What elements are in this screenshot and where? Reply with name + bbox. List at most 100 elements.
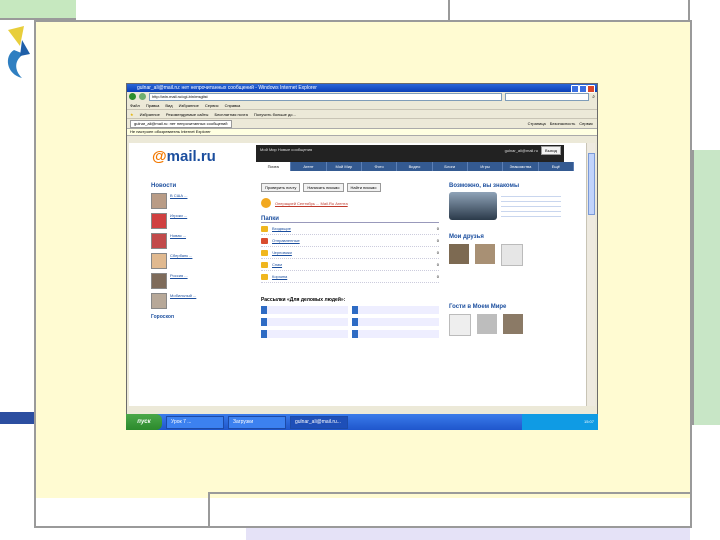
guest-avatar[interactable] [449,314,471,336]
promo-banner[interactable]: Операцией Сентябрь ... Mail.Ru Агента [261,198,439,208]
start-button[interactable]: пуск [126,414,162,430]
vertical-scrollbar[interactable] [586,143,595,406]
folder-trash[interactable]: Корзина 0 [261,271,439,283]
folder-icon [261,273,268,280]
mail-header: @mail.ru Мой Мир Новые сообщения gulnar_… [129,143,588,175]
get-more-link[interactable]: Получить больше до... [254,112,296,117]
folder-sent[interactable]: Отправленные 0 [261,235,439,247]
friend-avatar[interactable] [449,244,469,264]
folder-icon [261,225,268,232]
info-bar[interactable]: Не настроен обозреватель Internet Explor… [127,128,597,136]
taskbar-item[interactable]: Урок 7 ... [166,415,224,429]
folder-inbox[interactable]: Входящие 0 [261,223,439,235]
folder-icon [261,261,268,268]
nav-mail[interactable]: Почта [256,162,292,171]
car-image [449,192,497,220]
friend-avatar[interactable] [501,244,523,266]
taskbar-item[interactable]: Загрузки [228,415,286,429]
mailing-checkbox[interactable] [261,306,348,314]
tools-menu[interactable]: Сервис [579,121,593,126]
mail-logo[interactable]: @mail.ru [152,148,216,165]
address-input[interactable]: http://win.mail.ru/cgi-bin/msglist [149,92,503,101]
guest-avatar[interactable] [503,314,523,334]
folder-icon [261,237,268,244]
guest-avatar[interactable] [477,314,497,334]
menu-bar: Файл Правка Вид Избранное Сервис Справка [127,101,597,109]
bottom-strip-white [36,526,246,540]
menu-tools[interactable]: Сервис [205,103,219,108]
compose-button[interactable]: Написать письмо [303,183,344,192]
check-mail-button[interactable]: Проверить почту [261,183,301,192]
news-item[interactable]: Новая ... [151,233,243,249]
browser-title: gulnar_ali@mail.ru: нет непрочитанных со… [137,85,317,91]
mail-column: Проверить почту Написать письмо Найти пи… [261,183,439,338]
news-item[interactable]: В США ... [151,193,243,209]
nav-video[interactable]: Видео [397,162,433,171]
minimize-icon[interactable] [571,85,579,93]
mailing-checkbox[interactable] [352,318,439,326]
friend-avatar[interactable] [475,244,495,264]
scrollbar-thumb[interactable] [588,153,595,215]
search-icon[interactable]: ⌕ [592,94,595,100]
forward-icon[interactable] [139,93,146,100]
promo-text[interactable]: Мой Мир Новые сообщения [260,147,312,152]
news-thumb [151,193,167,209]
nav-games[interactable]: Игры [468,162,504,171]
tab-mail[interactable]: gulnar_ali@mail.ru: нет непрочитанных со… [130,119,232,128]
horoscope-link[interactable]: Гороскоп [151,314,243,320]
news-item[interactable]: Мобильный ... [151,293,243,309]
agent-icon [261,198,271,208]
nav-my-world[interactable]: Мой Мир [327,162,362,171]
news-item[interactable]: Россия ... [151,273,243,289]
news-thumb [151,233,167,249]
suggested-sites-link[interactable]: Рекомендуемые сайты [166,112,209,117]
maximize-icon[interactable] [579,85,587,93]
menu-edit[interactable]: Правка [146,103,160,108]
taskbar-item-active[interactable]: gulnar_ali@mail.ru... [290,415,348,429]
menu-help[interactable]: Справка [225,103,241,108]
guests-list [449,314,561,336]
close-icon[interactable] [587,85,595,93]
dating-links[interactable] [501,192,561,220]
news-header[interactable]: Новости [151,183,243,189]
browser-window: gulnar_ali@mail.ru: нет непрочитанных со… [126,83,598,430]
service-nav: Почта Агент Мой Мир Фото Видео Блоги Игр… [256,162,574,171]
nav-blogs[interactable]: Блоги [433,162,468,171]
page-menu[interactable]: Страница [528,121,546,126]
menu-view[interactable]: Вид [165,103,172,108]
folder-drafts[interactable]: Черновики 0 [261,247,439,259]
favorites-bar: ★ Избранное Рекомендуемые сайты Бесплатн… [127,109,597,118]
back-icon[interactable] [129,93,136,100]
nav-dating[interactable]: Знакомства [503,162,539,171]
favorites-link[interactable]: Избранное [140,112,160,117]
bottom-strip-lavender [246,526,690,540]
nav-agent[interactable]: Агент [291,162,327,171]
find-mail-button[interactable]: Найти письмо [346,183,381,192]
exit-button[interactable]: Выход [541,146,561,155]
mailing-checkbox[interactable] [261,330,348,338]
friends-list [449,244,561,266]
free-mail-link[interactable]: Бесплатная почта [214,112,247,117]
news-thumb [151,273,167,289]
mail-page: @mail.ru Мой Мир Новые сообщения gulnar_… [129,143,588,406]
nav-more[interactable]: Ещё [539,162,574,171]
nav-photo[interactable]: Фото [362,162,398,171]
folder-spam[interactable]: Спам 0 [261,259,439,271]
promo-line[interactable]: Операцией Сентябрь ... Mail.Ru Агента [275,201,348,206]
folder-icon [261,249,268,256]
clock: 15:07 [583,419,594,424]
menu-favorites[interactable]: Избранное [179,103,199,108]
mailing-checkbox[interactable] [352,306,439,314]
search-input[interactable] [505,92,590,101]
user-email: gulnar_ali@mail.ru [504,148,538,153]
mailing-checkbox[interactable] [261,318,348,326]
left-blue-accent [0,412,34,424]
dating-block[interactable] [449,192,561,220]
news-item[interactable]: Игроки ... [151,213,243,229]
mailing-checkbox[interactable] [352,330,439,338]
safety-menu[interactable]: Безопасность [550,121,576,126]
news-item[interactable]: Сбербанк ... [151,253,243,269]
favorites-star-icon[interactable]: ★ [130,112,134,117]
mail-toolbar: Проверить почту Написать письмо Найти пи… [261,183,439,192]
menu-file[interactable]: Файл [130,103,140,108]
